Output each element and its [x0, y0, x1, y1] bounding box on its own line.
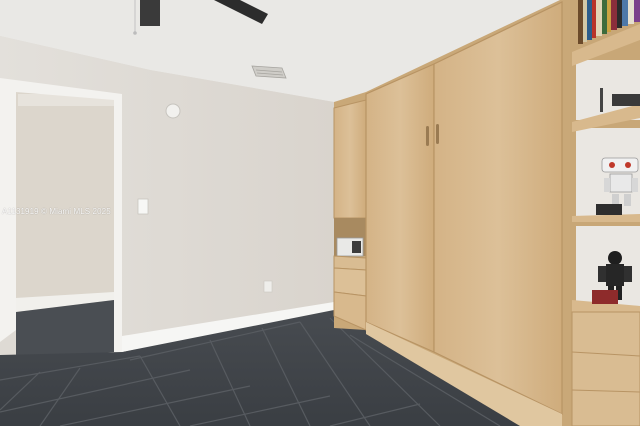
smoke-detector-icon: [165, 103, 181, 119]
power-outlet: [263, 280, 273, 293]
shelf-item: [600, 88, 603, 112]
hvac-vent-icon: [251, 65, 287, 79]
microwave: [336, 237, 364, 257]
photo-watermark: A1131919 © Miami MLS 2025: [2, 207, 111, 216]
doorway: [0, 78, 122, 360]
light-switch: [137, 198, 149, 215]
shelf-item: [612, 94, 640, 106]
